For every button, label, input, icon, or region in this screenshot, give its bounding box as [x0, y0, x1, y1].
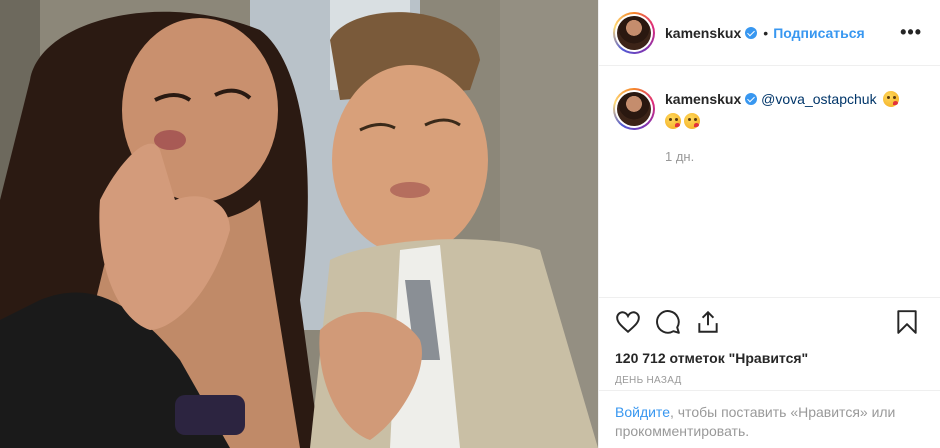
separator-dot: • [763, 24, 769, 41]
post-side-panel: kamenskux • Подписаться ••• kamenskux @v… [598, 0, 940, 448]
kiss-emoji-icon [883, 91, 900, 107]
caption-avatar-image [617, 92, 651, 126]
post-actions-section: 120 712 отметок "Нравится" ДЕНЬ НАЗАД [599, 297, 940, 386]
post-date[interactable]: ДЕНЬ НАЗАД [599, 375, 940, 386]
caption-mention[interactable]: @vova_ostapchuk [761, 91, 876, 107]
caption-username[interactable]: kamenskux [665, 91, 741, 107]
avatar[interactable] [613, 11, 655, 54]
post-photo[interactable] [0, 0, 598, 448]
comment-icon[interactable] [655, 309, 681, 335]
more-options-icon[interactable]: ••• [900, 22, 922, 43]
login-link[interactable]: Войдите [615, 404, 670, 420]
bookmark-icon[interactable] [894, 309, 920, 335]
caption-verified-badge-icon [745, 93, 758, 105]
verified-badge-icon [745, 26, 758, 39]
photo-illustration [0, 0, 598, 448]
login-prompt: Войдите, чтобы поставить «Нравится» или … [599, 390, 940, 448]
caption: kamenskux @vova_ostapchuk 1 дн. [599, 66, 940, 168]
follow-button[interactable]: Подписаться [773, 25, 865, 41]
author-username[interactable]: kamenskux [665, 25, 741, 41]
post-header: kamenskux • Подписаться ••• [599, 0, 940, 66]
kiss-emoji-icon [665, 113, 681, 129]
caption-timestamp[interactable]: 1 дн. [665, 146, 915, 168]
avatar-image [617, 15, 651, 50]
caption-avatar[interactable] [613, 88, 655, 130]
action-bar [599, 298, 940, 346]
share-icon[interactable] [695, 309, 721, 335]
heart-icon[interactable] [615, 309, 641, 335]
caption-text: kamenskux @vova_ostapchuk 1 дн. [665, 88, 915, 168]
likes-count[interactable]: 120 712 отметок "Нравится" [599, 350, 940, 366]
kiss-emoji-icon [684, 113, 700, 129]
